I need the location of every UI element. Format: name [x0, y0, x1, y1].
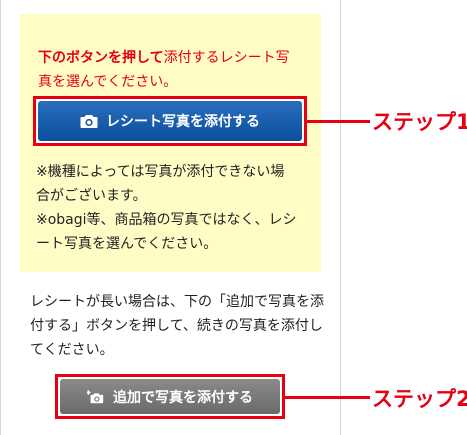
add-photo-button[interactable]: 追加で写真を添付する [60, 379, 280, 414]
guide-line-2: 付する」ボタンを押して、続きの写真を添付し [30, 318, 323, 334]
instruction-bold: 下のボタンを押して [38, 50, 164, 66]
instruction-rest-1: 添付するレシート写 [163, 50, 290, 66]
guide-line-1: レシートが長い場合は、下の「追加で写真を添 [30, 294, 324, 310]
attach-receipt-photo-button[interactable]: レシート写真を添付する [38, 101, 302, 141]
panel-right-border [340, 0, 341, 435]
step2-connector-line [285, 396, 370, 399]
upload-instruction: 下のボタンを押して添付するレシート写 真を選んでください。 [38, 46, 306, 94]
step2-label: ステップ2 [372, 387, 467, 411]
note-line-1: ※機種によっては写真が添付できない場 [36, 164, 285, 180]
note-line-3: ※obagi等、商品箱の写真ではなく、レシ [36, 212, 297, 228]
camera-icon [80, 113, 98, 129]
instruction-rest-2: 真を選んでください。 [38, 74, 178, 90]
guide-line-3: てください。 [30, 342, 114, 358]
step1-highlight-frame: レシート写真を添付する [33, 96, 307, 146]
panel-left-border [0, 0, 1, 435]
step1-label: ステップ1 [372, 110, 467, 134]
step2-highlight-frame: 追加で写真を添付する [55, 374, 285, 419]
note-line-4: ート写真を選んでください。 [36, 236, 218, 252]
camera-plus-icon [87, 389, 105, 405]
note-line-2: 合がございます。 [36, 188, 147, 204]
add-photo-label: 追加で写真を添付する [113, 389, 253, 406]
step1-connector-line [307, 120, 370, 123]
attach-receipt-photo-label: レシート写真を添付する [106, 114, 260, 130]
device-note: ※機種によっては写真が添付できない場 合がございます。 ※obagi等、商品箱の… [36, 160, 308, 256]
long-receipt-guide: レシートが長い場合は、下の「追加で写真を添 付する」ボタンを押して、続きの写真を… [30, 290, 330, 362]
